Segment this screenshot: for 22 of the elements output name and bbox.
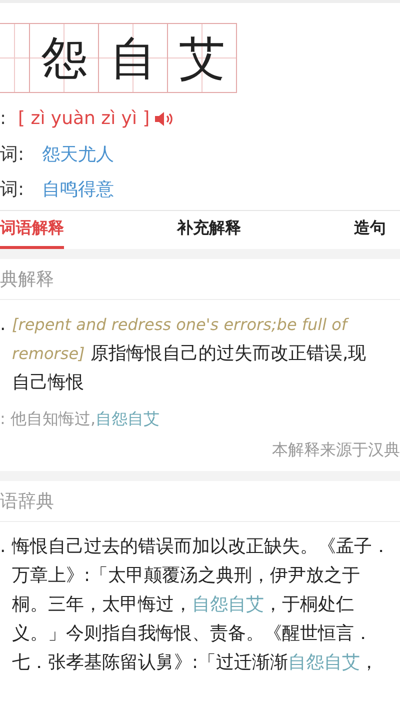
definition-paragraph: [repent and redress one's errors;be full of remorse] 原指悔恨自己的过失而改正错误,现 自己悔恨 xyxy=(12,314,366,395)
related-word-link[interactable]: 怨天尤人 xyxy=(42,142,114,166)
list-number: . xyxy=(0,535,6,559)
section-title: 语辞典 xyxy=(0,490,54,513)
definition-paragraph: 悔恨自己过去的错误而加以改正缺失。《孟子． 万章上》:「太甲颠覆汤之典刑，伊尹放之于 桐。三年，太甲悔过，自怨自艾，于桐处仁 义。」今则指自我悔恨、责备。《醒世恒言． 七．张孝基陈留认舅》:「过迁渐渐自怨自艾， xyxy=(12,535,390,675)
tab[interactable]: 词语解释 xyxy=(0,211,64,249)
headword-character: 艾 xyxy=(179,35,225,81)
speaker-icon[interactable] xyxy=(154,110,174,126)
headword-character: 自 xyxy=(110,35,156,81)
relation-label: 词: xyxy=(0,178,26,200)
list-number: . xyxy=(0,313,6,337)
related-word-link[interactable]: 自鸣得意 xyxy=(42,176,114,200)
section-title: 典解释 xyxy=(0,268,54,291)
pinyin-text: [ zì yuàn zì yì ] xyxy=(18,108,150,129)
headword-character: 怨 xyxy=(41,35,87,81)
relation-label: 词: xyxy=(0,142,26,166)
tab[interactable]: 补充解释 xyxy=(177,211,241,249)
source-note: 本解释来源于汉典 xyxy=(272,440,400,459)
tab[interactable]: 造句 xyxy=(354,211,386,249)
character-grid-cell xyxy=(0,23,30,93)
example-sentence: : 他自知悔过,自怨自艾 xyxy=(0,409,160,428)
pinyin-label: : xyxy=(0,108,8,129)
